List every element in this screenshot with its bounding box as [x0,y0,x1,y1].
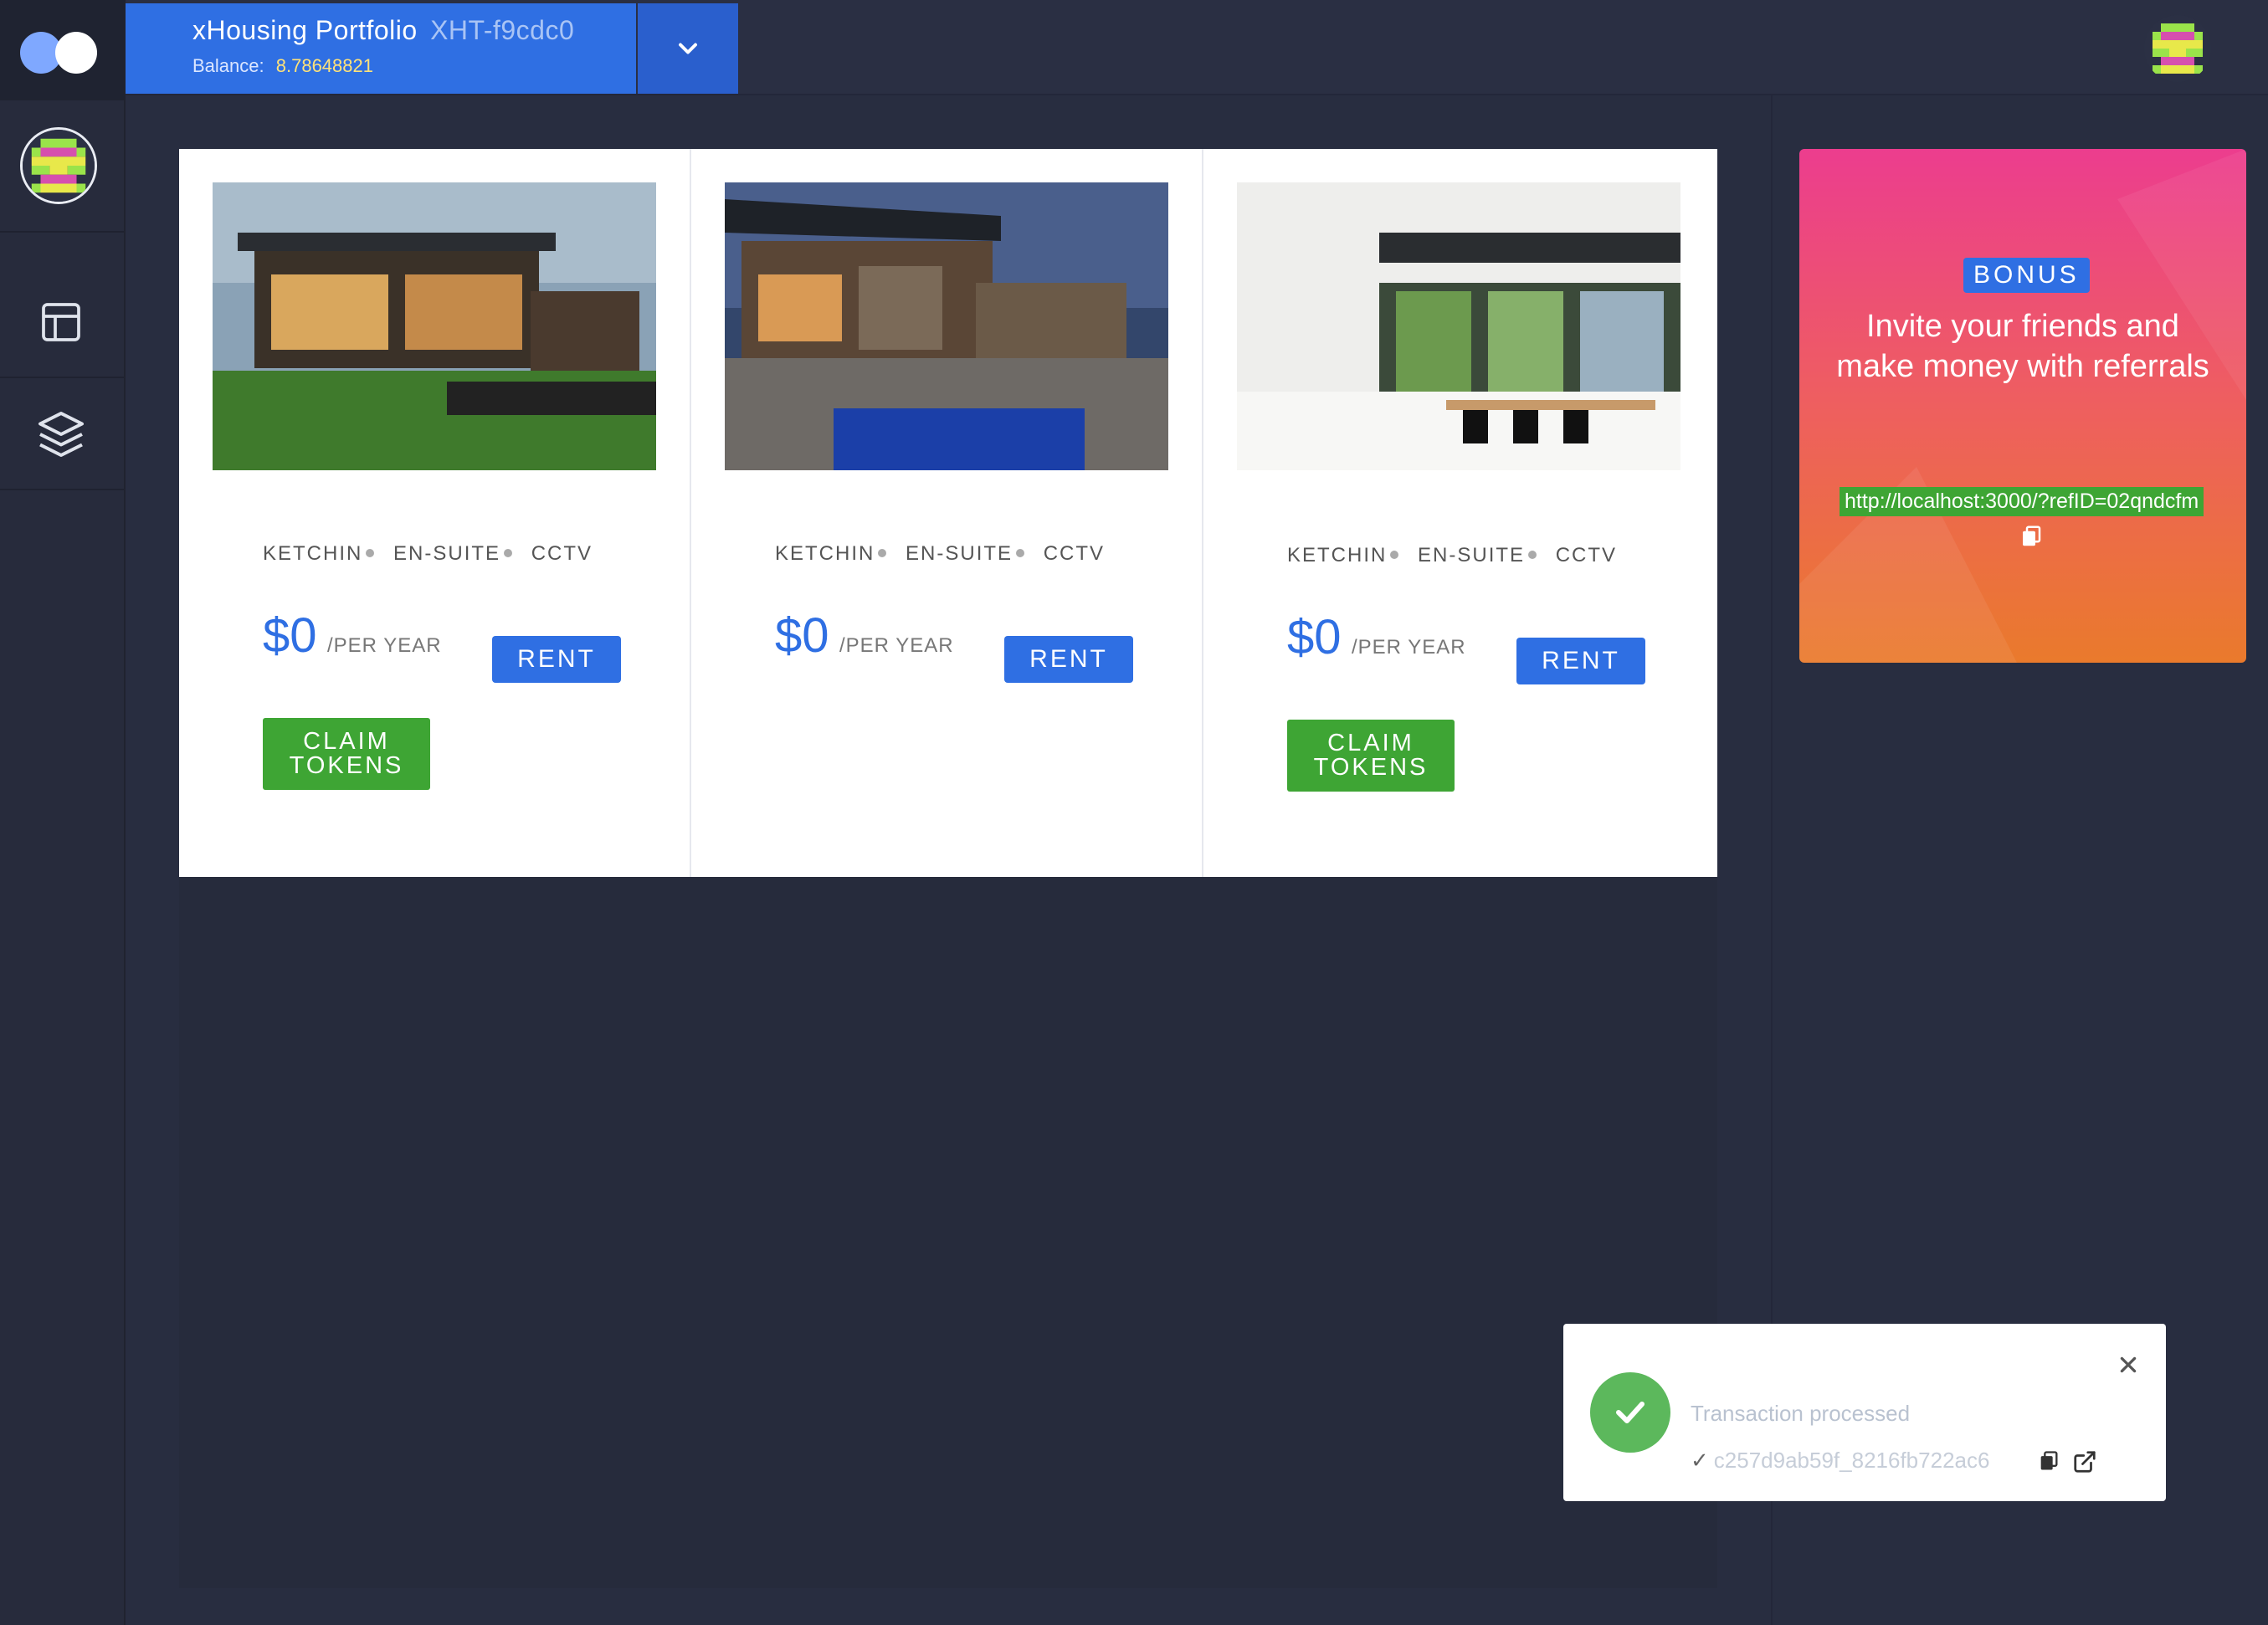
portfolio-name: xHousing Portfolio [192,15,418,45]
open-explorer-button[interactable] [2072,1449,2097,1479]
checkmark-icon [1616,1402,1645,1423]
feature-item: CCTV [1043,542,1106,565]
sidebar-avatar[interactable] [20,127,97,204]
price-amount: $0 [1287,610,1342,664]
close-toast-button[interactable] [2116,1352,2141,1377]
claim-label-line1: CLAIM [1327,730,1414,756]
interior-photo [1237,182,1680,470]
background-pattern [1799,149,2246,663]
sidebar-divider [0,231,124,233]
bullet-dot [1016,548,1025,557]
feature-list: KETCHIN EN-SUITE CCTV [263,542,593,566]
property-image[interactable] [725,182,1168,470]
rent-button[interactable]: RENT [1004,636,1133,683]
claim-label-line2: TOKENS [1313,754,1429,781]
price: $0 /PER YEAR [775,607,954,664]
close-icon [2120,1356,2137,1373]
portfolio-balance: Balance: 8.78648821 [192,55,373,77]
property-card: KETCHIN EN-SUITE CCTV $0 /PER YEAR RENT … [1203,149,1716,877]
claim-label-line2: TOKENS [289,752,404,779]
feature-item: CCTV [531,542,593,565]
bullet-dot [1528,550,1537,559]
toast-title: Transaction processed [1691,1401,1911,1426]
price-amount: $0 [263,608,317,663]
price-period: /PER YEAR [1351,636,1466,659]
bullet-dot [878,548,887,557]
price-amount: $0 [775,608,829,663]
sidebar [0,0,126,1625]
success-badge [1590,1372,1670,1453]
copy-icon [2040,1451,2058,1470]
transaction-hash: ✓ c257d9ab59f_8216fb722ac6 [1691,1448,1989,1474]
sidebar-item-dashboard[interactable] [33,295,89,350]
feature-item: CCTV [1555,544,1618,566]
feature-item: EN-SUITE [1418,544,1526,566]
property-card: KETCHIN EN-SUITE CCTV $0 /PER YEAR RENT … [179,149,691,877]
feature-item: KETCHIN [263,542,363,565]
bonus-badge: BONUS [1963,258,2090,293]
portfolio-title: xHousing Portfolio XHT-f9cdc0 [192,15,574,46]
bullet-dot [1390,550,1399,559]
feature-item: EN-SUITE [906,542,1013,565]
dashboard-icon [42,303,80,341]
transaction-toast: Transaction processed ✓ c257d9ab59f_8216f… [1563,1324,2166,1501]
layers-icon [38,412,84,457]
property-image[interactable] [213,182,656,470]
rent-button[interactable]: RENT [1516,638,1645,684]
balance-label: Balance: [192,55,264,76]
feature-list: KETCHIN EN-SUITE CCTV [775,542,1105,566]
house-photo [725,182,1168,470]
price: $0 /PER YEAR [1287,609,1466,665]
property-card: KETCHIN EN-SUITE CCTV $0 /PER YEAR RENT [691,149,1203,877]
identicon-icon [23,130,95,202]
identicon-icon [2144,15,2211,82]
feature-list: KETCHIN EN-SUITE CCTV [1287,544,1617,567]
price: $0 /PER YEAR [263,607,442,664]
portfolio-id: XHT-f9cdc0 [430,15,575,45]
sidebar-divider [0,489,124,490]
bullet-dot [504,548,513,557]
price-period: /PER YEAR [839,634,954,657]
rent-button[interactable]: RENT [492,636,621,683]
bonus-referral-card: BONUS Invite your friends and make money… [1799,149,2246,663]
portfolio-dropdown-button[interactable] [638,3,738,94]
user-avatar[interactable] [2144,15,2211,82]
feature-item: EN-SUITE [393,542,501,565]
copy-hash-button[interactable] [2037,1449,2060,1477]
bonus-text: Invite your friends and make money with … [1836,309,2209,384]
copy-icon [2023,525,2041,546]
check-small-icon: ✓ [1691,1448,1709,1473]
copy-link-button[interactable] [2019,524,2044,553]
chevron-down-icon [679,43,697,54]
property-image[interactable] [1237,182,1680,470]
transaction-hash-text: c257d9ab59f_8216fb722ac6 [1713,1448,1990,1473]
feature-item: KETCHIN [775,542,875,565]
claim-label-line1: CLAIM [303,728,390,755]
app-logo[interactable] [0,0,124,100]
house-photo [213,182,656,470]
property-cards: KETCHIN EN-SUITE CCTV $0 /PER YEAR RENT … [179,149,1717,877]
claim-tokens-button[interactable]: CLAIM TOKENS [263,718,430,790]
referral-link[interactable]: http://localhost:3000/?refID=02qndcfm [1840,487,2204,516]
feature-item: KETCHIN [1287,544,1388,566]
sidebar-item-layers[interactable] [33,407,89,462]
logo-circle-right [55,32,97,74]
sidebar-divider [0,377,124,378]
price-period: /PER YEAR [326,634,442,657]
external-link-icon [2074,1451,2096,1473]
portfolio-selector[interactable]: xHousing Portfolio XHT-f9cdc0 Balance: 8… [126,3,636,94]
balance-value: 8.78648821 [275,55,373,76]
claim-tokens-button[interactable]: CLAIM TOKENS [1287,720,1455,792]
bullet-dot [366,548,375,557]
